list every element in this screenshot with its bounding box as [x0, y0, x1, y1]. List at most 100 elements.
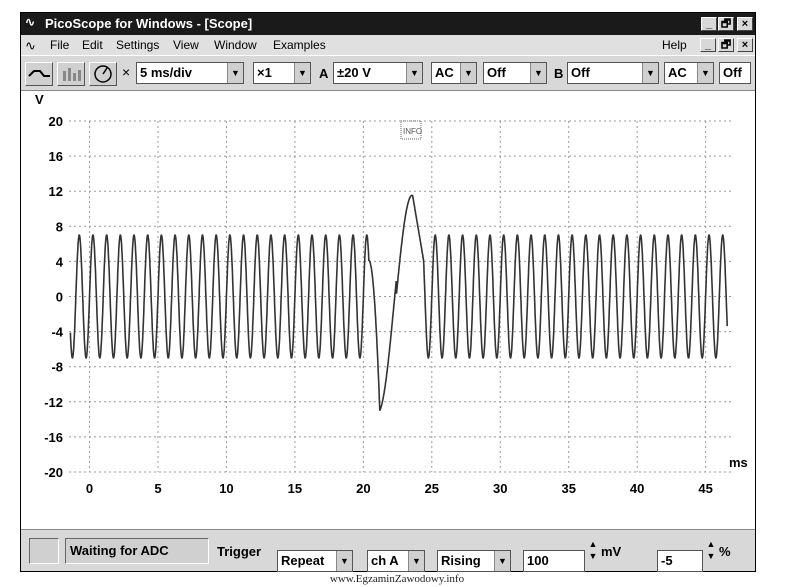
scope-menu-icon[interactable]: ∿: [25, 38, 36, 54]
channel-b-coupling-select[interactable]: AC ▼: [664, 62, 714, 84]
child-restore-button[interactable]: 🗗: [718, 38, 734, 52]
toolbar: × 5 ms/div ▼ ×1 ▼ A ±20 V ▼ AC ▼ Off ▼ B…: [21, 55, 755, 91]
restore-button[interactable]: 🗗: [718, 17, 734, 31]
channel-b-off-value: Off: [723, 65, 742, 80]
channel-a-coupling-value: AC: [435, 65, 454, 80]
y-tick-label: 0: [56, 290, 63, 305]
minimize-button[interactable]: _: [701, 17, 717, 31]
channel-a-off-value: Off: [487, 65, 506, 80]
dropdown-arrow-icon[interactable]: ▼: [336, 551, 352, 571]
child-minimize-button[interactable]: _: [700, 38, 716, 52]
spectrum-icon: [63, 68, 81, 81]
channel-b-range-select[interactable]: Off ▼: [567, 62, 659, 84]
trigger-edge-value: Rising: [441, 553, 481, 568]
dropdown-arrow-icon[interactable]: ▼: [494, 551, 510, 571]
dropdown-arrow-icon[interactable]: ▼: [460, 63, 476, 83]
x-tick-label: 30: [493, 481, 507, 496]
trigger-level-value: 100: [527, 553, 549, 568]
trigger-label: Trigger: [217, 544, 262, 559]
channel-a-trace: [69, 194, 728, 411]
channel-b-range-value: Off: [571, 65, 590, 80]
scope-mode-icon: [28, 70, 50, 77]
y-tick-label: -20: [44, 465, 63, 480]
x-tick-label: 5: [154, 481, 161, 496]
meter-mode-button[interactable]: [89, 62, 117, 86]
channel-b-off-select[interactable]: Off: [719, 62, 751, 84]
x-tick-label: 45: [698, 481, 712, 496]
menu-view[interactable]: View: [173, 38, 199, 52]
trigger-level-spinner[interactable]: ▲ ▼: [587, 538, 599, 564]
menu-file[interactable]: File: [50, 38, 69, 52]
dropdown-arrow-icon[interactable]: ▼: [408, 551, 424, 571]
menu-examples[interactable]: Examples: [273, 38, 326, 52]
trigger-mode-select[interactable]: Repeat ▼: [277, 550, 353, 572]
multiplier-value: ×1: [257, 65, 272, 80]
dropdown-arrow-icon[interactable]: ▼: [227, 63, 243, 83]
y-tick-label: -4: [51, 325, 63, 340]
channel-a-off-select[interactable]: Off ▼: [483, 62, 547, 84]
spectrum-mode-button[interactable]: [57, 62, 85, 86]
grid: [69, 120, 733, 473]
x-tick-label: 25: [425, 481, 439, 496]
y-tick-label: 4: [56, 254, 64, 269]
timebase-value: 5 ms/div: [140, 65, 193, 80]
trigger-delay-unit: %: [719, 544, 731, 559]
dropdown-arrow-icon[interactable]: ▼: [530, 63, 546, 83]
x-tick-label: 40: [630, 481, 644, 496]
picoscope-window: ∿ PicoScope for Windows - [Scope] _ 🗗 × …: [20, 12, 756, 572]
y-tick-label: -8: [51, 360, 63, 375]
y-axis: 20 16 12 8 4 0 -4 -8 -12 -16 -20: [44, 114, 64, 480]
y-tick-label: 20: [49, 114, 63, 129]
trigger-delay-spinner[interactable]: ▲ ▼: [705, 538, 717, 564]
scope-mode-button[interactable]: [25, 62, 53, 86]
channel-a-coupling-select[interactable]: AC ▼: [431, 62, 477, 84]
channel-a-label: A: [319, 66, 329, 81]
status-indicator: [29, 538, 59, 564]
y-tick-label: 16: [49, 149, 63, 164]
status-bar: Waiting for ADC Trigger Repeat ▼ ch A ▼ …: [21, 529, 755, 572]
dropdown-arrow-icon[interactable]: ▼: [294, 63, 310, 83]
y-tick-label: -16: [44, 430, 63, 445]
channel-b-coupling-value: AC: [668, 65, 687, 80]
scope-chart[interactable]: 201612840-4-8-12-16-20 0 5 10 15 20 25 30 35 40 4…: [21, 91, 755, 509]
close-button[interactable]: ×: [737, 17, 753, 31]
adc-status: Waiting for ADC: [65, 538, 209, 564]
info-icon[interactable]: INFO: [400, 120, 422, 140]
x-tick-label: 15: [288, 481, 302, 496]
watermark-url: www.EgzaminZawodowy.info: [329, 573, 465, 585]
x-axis: 0 5 10 15 20 25 30 35 40 45: [86, 481, 713, 496]
trigger-channel-value: ch A: [371, 553, 399, 568]
x-axis-label: ms: [729, 455, 748, 470]
channel-a-range-select[interactable]: ±20 V ▼: [333, 62, 423, 84]
menu-edit[interactable]: Edit: [82, 38, 103, 52]
menu-settings[interactable]: Settings: [116, 38, 159, 52]
svg-text:INFO: INFO: [403, 127, 422, 136]
x-tick-label: 35: [561, 481, 575, 496]
x-tick-label: 0: [86, 481, 93, 496]
trigger-delay-input[interactable]: -5: [657, 550, 703, 572]
trigger-level-unit: mV: [601, 544, 622, 559]
y-tick-label: 12: [49, 184, 63, 199]
multiplier-select[interactable]: ×1 ▼: [253, 62, 311, 84]
trigger-delay-value: -5: [661, 553, 673, 568]
timebase-select[interactable]: 5 ms/div ▼: [136, 62, 244, 84]
menu-help[interactable]: Help: [662, 38, 687, 52]
child-close-button[interactable]: ×: [737, 38, 753, 52]
picoscope-app-icon: ∿: [25, 15, 36, 29]
scope-plot-area[interactable]: 20 16 12 8 4 0 -4 -8 -12 -16 -20 0 5 10 15 20 25 30 35 40 4…: [21, 91, 755, 509]
close-x-icon[interactable]: ×: [122, 64, 130, 80]
channel-b-label: B: [554, 66, 564, 81]
dropdown-arrow-icon[interactable]: ▼: [697, 63, 713, 83]
trigger-level-input[interactable]: 100: [523, 550, 585, 572]
menu-window[interactable]: Window: [214, 38, 257, 52]
channel-a-range-value: ±20 V: [337, 65, 371, 80]
menu-bar: ∿ File Edit Settings View Window Example…: [21, 35, 755, 55]
y-tick-label: -12: [44, 395, 63, 410]
title-bar: ∿ PicoScope for Windows - [Scope] _ 🗗 ×: [21, 13, 755, 35]
trigger-edge-select[interactable]: Rising ▼: [437, 550, 511, 572]
dropdown-arrow-icon[interactable]: ▼: [642, 63, 658, 83]
window-title: PicoScope for Windows - [Scope]: [45, 16, 253, 31]
y-tick-label: 8: [56, 219, 63, 234]
trigger-channel-select[interactable]: ch A ▼: [367, 550, 425, 572]
dropdown-arrow-icon[interactable]: ▼: [406, 63, 422, 83]
